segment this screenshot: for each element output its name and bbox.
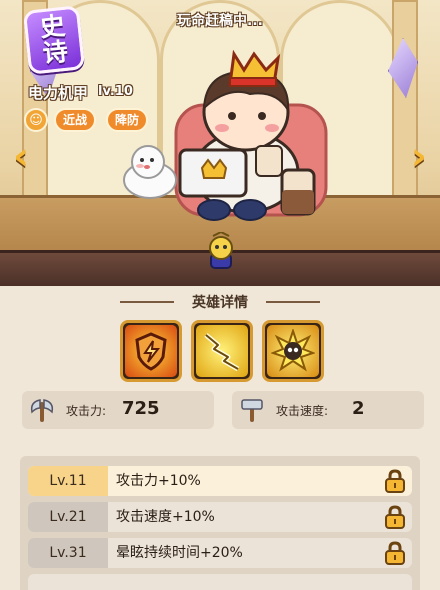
shield-lightning-icon: [125, 325, 177, 377]
panel-title: 英雄详情: [192, 295, 248, 311]
level-label: Lv.11: [28, 466, 108, 496]
lock-icon: [385, 469, 405, 493]
skull-burst-icon: [267, 325, 319, 377]
hero-scene: 玩命赶稿中... 史诗 电力机甲 lv.10 ☺ 近战 降防 ‹ ›: [0, 0, 440, 286]
level-unlock-list: Lv.11 攻击力+10% Lv.21 攻击速度+10% Lv.31 晕眩持续时…: [20, 456, 420, 590]
level-row[interactable]: Lv.31 晕眩持续时间+20%: [28, 538, 412, 568]
level-bonus: 攻击速度+10%: [116, 509, 215, 525]
skill-slot-2[interactable]: [191, 320, 253, 382]
hero-tag-melee: 近战: [54, 108, 97, 132]
stat-attack-label: 攻击力:: [66, 404, 107, 418]
title-decoration-right: [266, 301, 320, 303]
rank-icon: ☺: [24, 108, 48, 132]
level-row[interactable]: Lv.21 攻击速度+10%: [28, 502, 412, 532]
lock-icon: [385, 541, 405, 565]
level-row-partial: [28, 574, 412, 590]
hero-name: 电力机甲: [28, 84, 89, 102]
stat-speed-card: 攻击速度: 2: [232, 391, 424, 429]
stat-speed-value: 2: [352, 398, 365, 419]
skill-slot-3[interactable]: [262, 320, 324, 382]
skill-slot-1[interactable]: [120, 320, 182, 382]
hero-level: lv.10: [98, 84, 133, 99]
hero-tag-def-down: 降防: [106, 108, 149, 132]
level-row[interactable]: Lv.11 攻击力+10%: [28, 466, 412, 496]
hammer-icon: [241, 399, 263, 422]
lock-icon: [385, 505, 405, 529]
axe-icon: [30, 399, 54, 422]
rarity-badge: 史诗: [22, 5, 86, 75]
rarity-label: 史诗: [38, 10, 70, 69]
level-label: Lv.31: [28, 538, 108, 568]
stat-attack-value: 725: [122, 398, 160, 419]
level-bonus: 晕眩持续时间+20%: [116, 545, 243, 561]
stat-speed-label: 攻击速度:: [276, 404, 329, 418]
hero-character-illustration: [174, 50, 328, 221]
dog-pet-illustration: [123, 145, 177, 199]
lightning-chain-icon: [196, 325, 248, 377]
hero-detail-panel: 英雄详情 攻击力: 725 攻击速度: 2 Lv.11 攻击力+10% Lv.2…: [0, 286, 440, 590]
level-label: Lv.21: [28, 502, 108, 532]
level-bonus: 攻击力+10%: [116, 473, 201, 489]
prev-hero-arrow-icon[interactable]: ‹: [8, 136, 34, 176]
stat-attack-card: 攻击力: 725: [22, 391, 214, 429]
mini-hero-sprite: [209, 232, 233, 269]
next-hero-arrow-icon[interactable]: ›: [406, 136, 432, 176]
